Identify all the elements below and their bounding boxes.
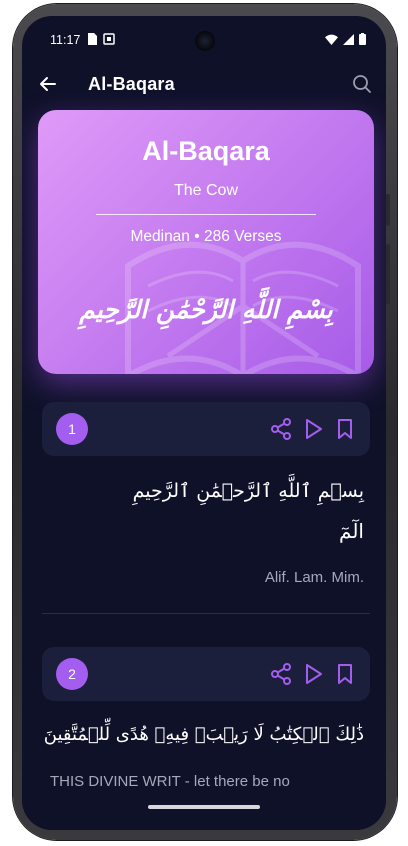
surah-translation: The Cow: [173, 182, 239, 199]
verse-translation: THIS DIVINE WRIT - let there be no: [50, 773, 290, 790]
verse-translation: Alif. Lam. Mim.: [264, 569, 364, 586]
bookmark-icon: [338, 419, 352, 439]
play-button[interactable]: [301, 417, 325, 441]
screenshot-icon: [103, 33, 115, 45]
bookmark-icon: [338, 664, 352, 684]
verse-number-badge: 2: [56, 658, 88, 690]
verse-arabic-text: بِسۡمِ ٱللَّهِ ٱلرَّحۡمَٰنِ ٱلرَّحِيمِ: [132, 480, 364, 502]
gesture-handle[interactable]: [148, 805, 260, 809]
surah-header-card: Al-Baqara The Cow Medinan • 286 Verses ب…: [38, 110, 374, 374]
status-bar: 11:17: [22, 16, 386, 60]
signal-icon: [343, 33, 354, 45]
front-camera: [195, 31, 215, 51]
bismillah-calligraphy: بِسْمِ اللَّهِ الرَّحْمَٰنِ الرَّحِيمِ: [79, 295, 333, 324]
play-icon: [306, 419, 322, 439]
surah-meta: Medinan • 286 Verses: [130, 228, 282, 245]
system-icons: [325, 33, 366, 45]
verse-number-badge: 1: [56, 413, 88, 445]
verse-arabic-text: ذَٰلِكَ ٱلۡكِتَٰبُ لَا رَيۡبَۛ فِيهِۛ هُ…: [43, 724, 364, 745]
arrow-left-icon: [40, 77, 56, 91]
navigation-bar: [22, 792, 386, 830]
share-button[interactable]: [269, 417, 293, 441]
verse-header: 1: [42, 402, 370, 456]
surah-name: Al-Baqara: [142, 136, 270, 166]
play-icon: [306, 664, 322, 684]
status-time: 11:17: [50, 33, 81, 47]
battery-icon: [359, 33, 366, 45]
page-title: Al-Baqara: [88, 74, 175, 94]
wifi-icon: [325, 34, 338, 45]
volume-button: [386, 244, 390, 304]
back-button[interactable]: [34, 70, 62, 98]
notification-icons: [87, 33, 115, 45]
divider: [96, 214, 316, 215]
verse-header: 2: [42, 647, 370, 701]
verse-arabic-text: الٓمٓ: [339, 519, 364, 543]
app-screen: 11:17 Al-Baqara Al-Baqara The Cow Medina…: [22, 16, 386, 830]
search-button[interactable]: [348, 70, 376, 98]
play-button[interactable]: [301, 662, 325, 686]
share-icon: [271, 418, 291, 440]
verse-separator: [42, 613, 370, 614]
search-icon: [353, 75, 371, 93]
share-button[interactable]: [269, 662, 293, 686]
bookmark-button[interactable]: [333, 417, 357, 441]
bookmark-button[interactable]: [333, 662, 357, 686]
sim-card-icon: [88, 33, 97, 45]
app-bar: Al-Baqara: [22, 64, 386, 104]
power-button: [386, 194, 390, 226]
share-icon: [271, 663, 291, 685]
